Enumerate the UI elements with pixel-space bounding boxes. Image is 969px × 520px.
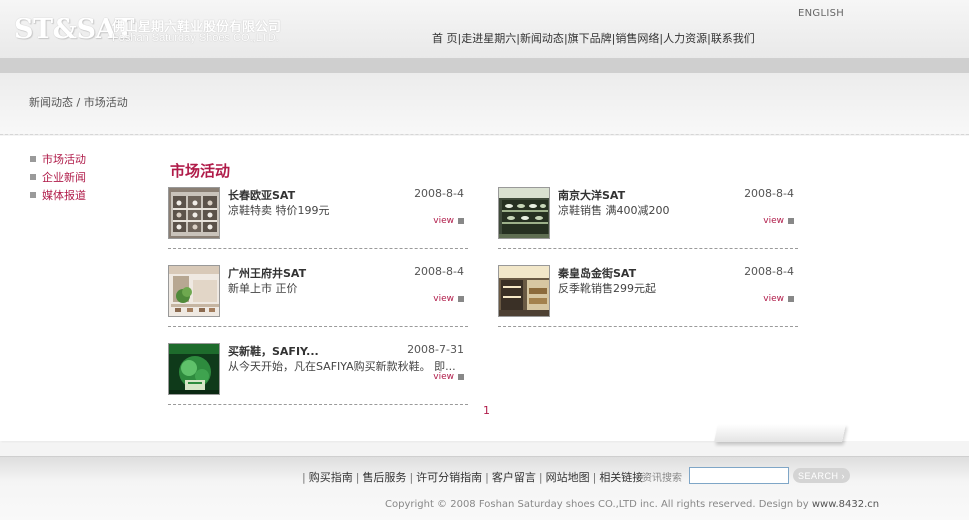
bullet-icon (30, 192, 36, 198)
news-description: 从今天开始，凡在SAFIYA购买新款秋鞋。 即... (228, 360, 456, 373)
news-thumbnail[interactable] (168, 343, 220, 395)
sidebar-item-company-news[interactable]: 企业新闻 (30, 168, 86, 186)
news-card: 长春欧亚SAT 2008-8-4 凉鞋特卖 特价199元 view (168, 187, 468, 249)
arrow-right-icon: › (841, 470, 845, 481)
news-card: 买新鞋，SAFIY... 2008-7-31 从今天开始，凡在SAFIYA购买新… (168, 343, 468, 405)
view-label: view (433, 372, 454, 382)
news-date: 2008-8-4 (414, 187, 464, 200)
breadcrumb: 新闻动态 / 市场活动 (29, 96, 128, 109)
footer-separator: | (355, 470, 360, 484)
news-title[interactable]: 秦皇岛金街SAT (558, 265, 636, 281)
footer-link-sitemap[interactable]: 网站地图 (546, 469, 590, 485)
nav-brands[interactable]: 旗下品牌 (568, 30, 612, 46)
news-thumbnail[interactable] (168, 265, 220, 317)
footer-separator: | (592, 470, 597, 484)
sidebar-item-media-reports[interactable]: 媒体报道 (30, 186, 86, 204)
news-title[interactable]: 广州王府井SAT (228, 265, 306, 281)
footer-separator: | (485, 470, 489, 484)
news-description: 新单上市 正价 (228, 282, 298, 295)
bullet-icon (30, 174, 36, 180)
sidebar-item-market-activities[interactable]: 市场活动 (30, 150, 86, 168)
view-label: view (763, 216, 784, 226)
news-date: 2008-8-4 (414, 265, 464, 278)
main-nav: 首 页 | 走进星期六 | 新闻动态 | 旗下品牌 | 销售网络 | 人力资源 … (432, 30, 755, 46)
view-label: view (433, 294, 454, 304)
english-link[interactable]: ENGLISH (798, 8, 844, 19)
footer-link-after-sales[interactable]: 售后服务 (362, 469, 406, 485)
news-card: 广州王府井SAT 2008-8-4 新单上市 正价 view (168, 265, 468, 327)
footer-separator: | (409, 470, 414, 484)
sidebar-item-label: 企业新闻 (42, 171, 86, 184)
content-panel-right (845, 136, 969, 441)
square-arrow-icon (788, 296, 794, 302)
view-link[interactable]: view (433, 216, 464, 226)
news-thumbnail[interactable] (498, 187, 550, 239)
copyright-text: Copyright © 2008 Foshan Saturday shoes C… (385, 499, 809, 510)
view-label: view (433, 216, 454, 226)
search-button[interactable]: SEARCH › (793, 468, 850, 483)
copyright: Copyright © 2008 Foshan Saturday shoes C… (385, 499, 879, 510)
nav-home[interactable]: 首 页 (432, 30, 458, 46)
square-arrow-icon (458, 296, 464, 302)
sidebar-item-label: 市场活动 (42, 153, 86, 166)
footer-link-purchase-guide[interactable]: 购买指南 (309, 469, 353, 485)
page-curl-shadow (714, 424, 846, 442)
sidebar-nav: 市场活动 企业新闻 媒体报道 (30, 150, 86, 204)
footer-link-distribution-guide[interactable]: 许可分销指南 (416, 469, 482, 485)
bullet-icon (30, 156, 36, 162)
footer (0, 456, 969, 520)
news-date: 2008-8-4 (744, 187, 794, 200)
square-arrow-icon (458, 218, 464, 224)
news-description: 反季靴销售299元起 (558, 282, 656, 295)
sidebar-item-label: 媒体报道 (42, 189, 86, 202)
pagination-page-1[interactable]: 1 (483, 404, 490, 417)
header: ST&SAT 佛山星期六鞋业股份有限公司 Foshan Saturday Sho… (0, 0, 969, 58)
square-arrow-icon (788, 218, 794, 224)
search-input[interactable] (689, 467, 789, 484)
news-title[interactable]: 南京大洋SAT (558, 187, 625, 203)
news-description: 凉鞋特卖 特价199元 (228, 204, 330, 217)
news-description: 凉鞋销售 满400减200 (558, 204, 670, 217)
nav-about[interactable]: 走进星期六 (461, 30, 516, 46)
square-arrow-icon (458, 374, 464, 380)
news-title[interactable]: 买新鞋，SAFIY... (228, 343, 319, 359)
news-card: 秦皇岛金街SAT 2008-8-4 反季靴销售299元起 view (498, 265, 798, 327)
section-title: 市场活动 (170, 162, 231, 180)
view-label: view (763, 294, 784, 304)
news-thumbnail[interactable] (498, 265, 550, 317)
breadcrumb-band (0, 73, 969, 135)
nav-news[interactable]: 新闻动态 (520, 30, 564, 46)
footer-link-guestbook[interactable]: 客户留言 (492, 469, 536, 485)
footer-link-related-links[interactable]: 相关链接 (599, 469, 643, 485)
news-card: 南京大洋SAT 2008-8-4 凉鞋销售 满400减200 view (498, 187, 798, 249)
logo-english-name: Foshan Saturday Shoes CO.,LTD. (112, 32, 279, 44)
view-link[interactable]: view (763, 216, 794, 226)
footer-separator: | (538, 470, 543, 484)
nav-hr[interactable]: 人力资源 (663, 30, 707, 46)
search-button-label: SEARCH (797, 470, 839, 481)
news-date: 2008-8-4 (744, 265, 794, 278)
news-thumbnail[interactable] (168, 187, 220, 239)
footer-links: | 购买指南 | 售后服务 | 许可分销指南 | 客户留言 | 网站地图 | 相… (299, 469, 643, 485)
footer-separator: | (302, 470, 306, 484)
news-date: 2008-7-31 (407, 343, 464, 356)
nav-sales-network[interactable]: 销售网络 (615, 30, 659, 46)
view-link[interactable]: view (433, 294, 464, 304)
nav-contact[interactable]: 联系我们 (711, 30, 755, 46)
view-link[interactable]: view (763, 294, 794, 304)
search-label: 资讯搜索 (642, 473, 682, 484)
view-link[interactable]: view (433, 372, 464, 382)
header-divider-bar (0, 58, 969, 73)
designer-link[interactable]: www.8432.cn (812, 499, 879, 510)
news-title[interactable]: 长春欧亚SAT (228, 187, 295, 203)
